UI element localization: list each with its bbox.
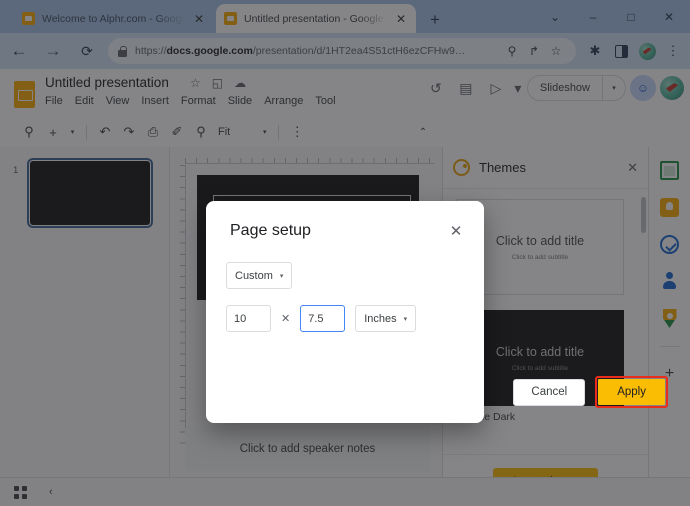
unit-select[interactable]: Inches ▾ bbox=[355, 305, 417, 332]
dialog-title: Page setup bbox=[230, 222, 311, 239]
chevron-down-icon: ▾ bbox=[279, 272, 284, 280]
apply-button[interactable]: Apply bbox=[598, 379, 665, 405]
dialog-actions: Cancel Apply bbox=[513, 376, 668, 408]
chevron-down-icon: ▾ bbox=[403, 315, 408, 323]
page-height-input[interactable] bbox=[300, 305, 346, 332]
browser-window: Welcome to Alphr.com - Google ✕ Untitled… bbox=[0, 0, 690, 506]
unit-value: Inches bbox=[364, 312, 397, 325]
preset-value: Custom bbox=[235, 269, 273, 282]
page-size-preset-select[interactable]: Custom ▾ bbox=[226, 262, 293, 289]
close-icon[interactable]: ✕ bbox=[446, 221, 466, 241]
dimension-separator: ✕ bbox=[281, 313, 291, 325]
page-width-input[interactable] bbox=[226, 305, 271, 332]
dimension-row: ✕ Inches ▾ bbox=[226, 305, 417, 332]
cancel-button[interactable]: Cancel bbox=[513, 378, 586, 406]
apply-button-highlight: Apply bbox=[595, 376, 668, 408]
